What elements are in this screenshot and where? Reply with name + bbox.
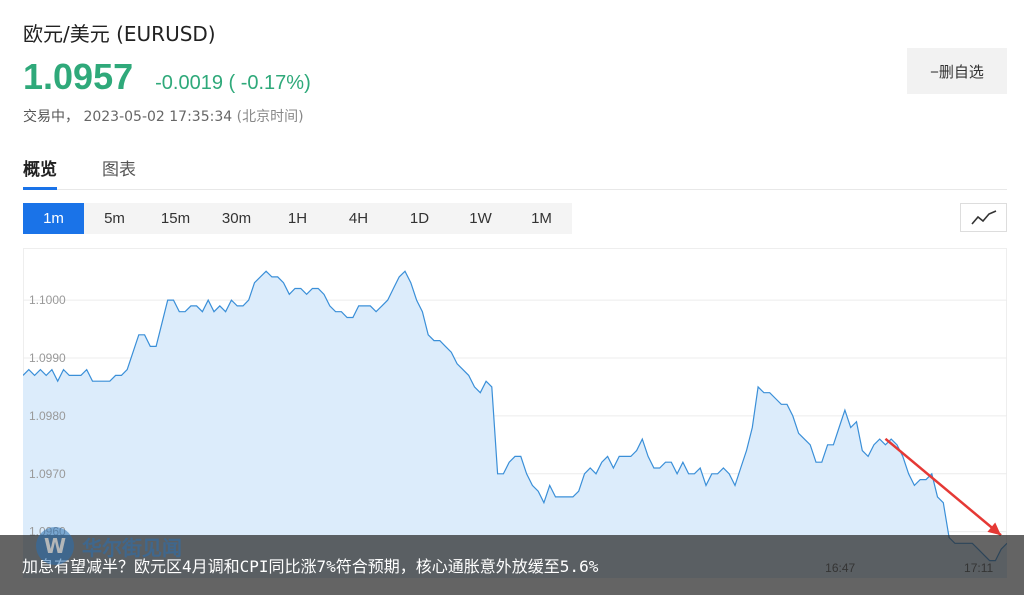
watermark-logo: W (36, 527, 74, 565)
quote-page: 欧元/美元 (EURUSD) 1.0957 -0.0019 ( -0.17%) … (0, 0, 1024, 595)
price-change: -0.0019 ( -0.17%) (155, 72, 311, 94)
instrument-title: 欧元/美元 (EURUSD) (23, 22, 216, 46)
timestamp: 2023-05-02 17:35:34 (83, 109, 233, 125)
tab-overview[interactable]: 概览 (23, 150, 57, 190)
timezone: (北京时间) (236, 109, 304, 125)
period-selector: 1m 5m 15m 30m 1H 4H 1D 1W 1M (23, 203, 572, 234)
watermark-text: 华尔街见闻 (82, 535, 182, 560)
y-tick-label: 1.0970 (29, 467, 66, 481)
period-1w[interactable]: 1W (450, 203, 511, 234)
period-1h[interactable]: 1H (267, 203, 328, 234)
current-price: 1.0957 (23, 56, 134, 97)
period-4h[interactable]: 4H (328, 203, 389, 234)
period-30m[interactable]: 30m (206, 203, 267, 234)
chart-type-button[interactable] (960, 203, 1007, 232)
status-text: 交易中， (23, 109, 79, 125)
watermark: W 华尔街见闻 (36, 527, 182, 565)
period-1m[interactable]: 1m (23, 203, 84, 234)
tab-chart[interactable]: 图表 (102, 150, 136, 190)
line-chart-icon (970, 209, 996, 225)
period-1d[interactable]: 1D (389, 203, 450, 234)
y-tick-label: 1.0980 (29, 409, 66, 423)
period-15m[interactable]: 15m (145, 203, 206, 234)
y-tick-label: 1.1000 (29, 293, 66, 307)
trading-status: 交易中， 2023-05-02 17:35:34 (北京时间) (23, 106, 304, 126)
y-tick-label: 1.0990 (29, 351, 66, 365)
price-row: 1.0957 -0.0019 ( -0.17%) (23, 56, 311, 98)
period-5m[interactable]: 5m (84, 203, 145, 234)
tab-bar: 概览 图表 (23, 150, 1007, 190)
remove-watchlist-button[interactable]: −删自选 (907, 48, 1007, 94)
period-1mo[interactable]: 1M (511, 203, 572, 234)
